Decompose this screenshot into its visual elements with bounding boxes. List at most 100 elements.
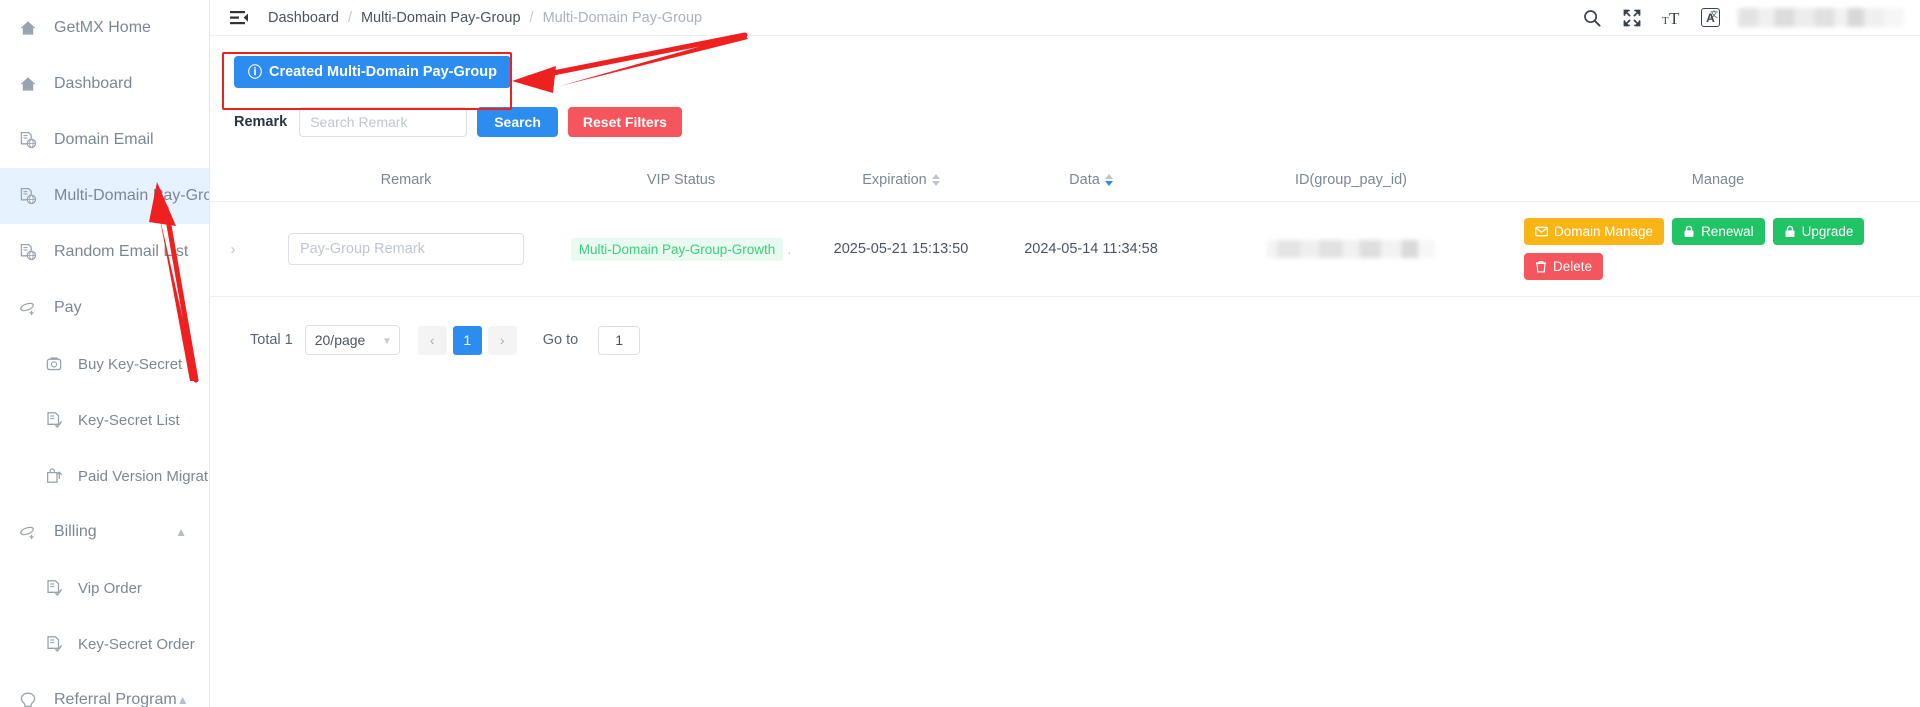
page-content: ⓘ Created Multi-Domain Pay-Group Remark … <box>210 36 1920 707</box>
table-header-expand <box>210 159 256 202</box>
sidebar-item-label: Dashboard <box>54 75 133 92</box>
sidebar-item-vip-order[interactable]: Vip Order <box>0 560 209 616</box>
font-size-icon[interactable]: T T <box>1661 7 1683 29</box>
remark-search-input[interactable] <box>299 107 468 137</box>
sidebar-item-label: Paid Version Migration <box>78 467 209 485</box>
lock-icon <box>1683 225 1695 238</box>
sidebar-item-multi-domain-pay-group[interactable]: Multi-Domain Pay-Group <box>0 168 209 224</box>
row-action-delete-button[interactable]: Delete <box>1524 253 1604 280</box>
row-action-label: Renewal <box>1701 224 1754 239</box>
sidebar-item-dashboard[interactable]: Dashboard <box>0 56 209 112</box>
pagination-next-button[interactable]: › <box>487 325 517 355</box>
page-size-value: 20/page <box>314 332 366 348</box>
status-badge: Multi-Domain Pay-Group-Growth <box>570 237 784 261</box>
breadcrumb-item[interactable]: Dashboard <box>268 10 339 26</box>
sidebar-item-label: Domain Email <box>54 131 154 148</box>
create-button-row: ⓘ Created Multi-Domain Pay-Group <box>210 36 1920 88</box>
sort-arrows-icon[interactable] <box>931 174 940 186</box>
search-button[interactable]: Search <box>477 107 558 137</box>
row-expander-cell: › <box>210 201 256 297</box>
sidebar-item-referral-program[interactable]: Referral Program ▲ <box>0 672 209 707</box>
doc-globe-icon <box>18 242 38 262</box>
user-avatar-area[interactable] <box>1738 8 1904 27</box>
pagination-total: Total 1 <box>250 332 293 348</box>
vip-suffix: . <box>787 240 792 257</box>
row-action-domain-manage-button[interactable]: Domain Manage <box>1524 218 1665 245</box>
app-root: GetMX Home Dashboard Domain Email Multi-D… <box>0 0 1920 707</box>
translate-icon[interactable]: A文 <box>1701 8 1720 27</box>
table-header-label: ID(group_pay_id) <box>1294 172 1408 188</box>
topbar: Dashboard / Multi-Domain Pay-Group / Multi-D… <box>210 0 1920 36</box>
sidebar-item-label: GetMX Home <box>54 19 151 36</box>
row-remark-input[interactable] <box>288 233 524 265</box>
filter-row: Remark Search Reset Filters <box>210 88 1920 137</box>
chevron-up-icon[interactable]: ▲ <box>175 301 187 315</box>
sidebar-item-label: Pay <box>54 299 82 316</box>
row-id-cell <box>1186 201 1516 297</box>
main-area: Dashboard / Multi-Domain Pay-Group / Multi-D… <box>210 0 1920 707</box>
sidebar-item-paid-version-migration[interactable]: Paid Version Migration <box>0 448 209 504</box>
sidebar-item-buy-key-secret[interactable]: Buy Key-Secret <box>0 336 209 392</box>
chevron-down-icon: ▾ <box>384 334 390 347</box>
trash-icon <box>1535 260 1547 273</box>
chevron-up-icon[interactable]: ▲ <box>177 693 189 707</box>
redacted-id-value <box>1267 240 1435 258</box>
pagination-goto-label: Go to <box>542 332 579 348</box>
doc-globe-icon <box>18 186 38 206</box>
table-header-label: Remark <box>380 172 432 188</box>
fullscreen-icon[interactable] <box>1621 7 1643 29</box>
doc-globe-icon <box>18 130 38 150</box>
row-action-label: Domain Manage <box>1554 224 1654 239</box>
sidebar-item-label: Referral Program <box>54 691 177 707</box>
menu-fold-icon[interactable] <box>228 7 250 29</box>
sidebar-item-random-email-list[interactable]: Random Email List <box>0 224 209 280</box>
create-pay-group-button[interactable]: ⓘ Created Multi-Domain Pay-Group <box>234 56 511 88</box>
svg-text:T: T <box>1662 15 1669 27</box>
table-header-label: Manage <box>1691 172 1745 188</box>
bag-icon <box>44 354 64 374</box>
row-action-label: Delete <box>1553 259 1593 274</box>
chevron-right-icon[interactable]: › <box>231 241 236 258</box>
remark-filter-label: Remark <box>234 114 288 130</box>
row-action-upgrade-button[interactable]: Upgrade <box>1772 218 1865 245</box>
sidebar-item-getmx-home[interactable]: GetMX Home <box>0 0 209 56</box>
breadcrumb-separator: / <box>347 9 352 26</box>
row-expiration-cell: 2025-05-21 15:13:50 <box>806 201 996 297</box>
chevron-up-icon[interactable]: ▲ <box>175 525 187 539</box>
pay-group-table-wrapper: Remark VIP Status Expiration Data ID(group_p… <box>210 159 1920 297</box>
table-header-label: Expiration <box>862 172 927 188</box>
table-header-expiration[interactable]: Expiration <box>806 159 996 202</box>
sidebar-item-billing[interactable]: Billing ▲ <box>0 504 209 560</box>
plus-circle-icon: ⓘ <box>248 64 262 80</box>
pagination-prev-button[interactable]: ‹ <box>417 325 447 355</box>
reset-filters-button[interactable]: Reset Filters <box>567 107 682 137</box>
sidebar-item-key-secret-list[interactable]: Key-Secret List <box>0 392 209 448</box>
table-header-label: Data <box>1069 172 1100 188</box>
sidebar-item-label: Multi-Domain Pay-Group <box>54 187 209 204</box>
bag-up-icon <box>44 466 64 486</box>
sidebar-item-domain-email[interactable]: Domain Email <box>0 112 209 168</box>
search-icon[interactable] <box>1581 7 1603 29</box>
pagination-goto-input[interactable] <box>598 325 641 355</box>
lock-icon <box>1784 225 1796 238</box>
sidebar-item-label: Vip Order <box>78 579 142 597</box>
sort-arrows-icon[interactable] <box>1104 174 1113 186</box>
home-icon <box>18 18 38 38</box>
breadcrumb-separator: / <box>529 9 534 26</box>
sidebar-item-label: Random Email List <box>54 243 189 260</box>
table-header-id: ID(group_pay_id) <box>1186 159 1516 202</box>
breadcrumb-item[interactable]: Multi-Domain Pay-Group <box>361 10 521 26</box>
home-icon <box>18 74 38 94</box>
table-header-data[interactable]: Data <box>996 159 1186 202</box>
page-size-select[interactable]: 20/page ▾ <box>304 325 400 355</box>
breadcrumb-item: Multi-Domain Pay-Group <box>542 9 703 26</box>
sidebar-item-pay[interactable]: Pay ▲ <box>0 280 209 336</box>
pagination-page-1[interactable]: 1 <box>452 325 482 355</box>
coins-icon <box>18 522 38 542</box>
sidebar-item-key-secret-order[interactable]: Key-Secret Order <box>0 616 209 672</box>
sidebar-nav: GetMX Home Dashboard Domain Email Multi-D… <box>0 0 209 707</box>
table-row: › Multi-Domain Pay-Group-Growth. 2025-05-2… <box>210 201 1920 297</box>
doc-check-icon <box>44 410 64 430</box>
row-action-renewal-button[interactable]: Renewal <box>1672 218 1765 245</box>
row-data-cell: 2024-05-14 11:34:58 <box>996 201 1186 297</box>
